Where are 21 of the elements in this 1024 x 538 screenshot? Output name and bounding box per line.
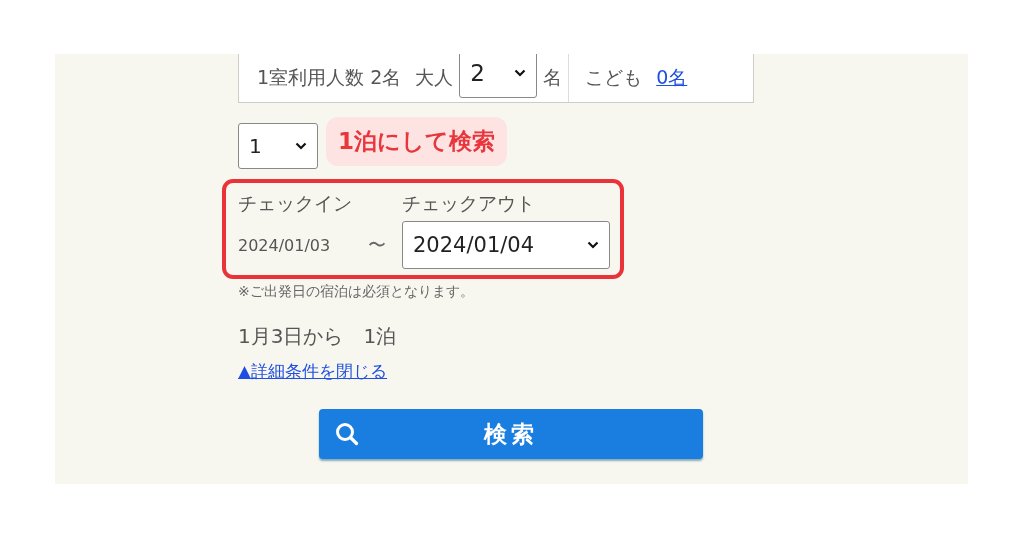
adult-select[interactable]: 2 [459,54,538,98]
child-count-link[interactable]: 0名 [656,65,688,91]
checkin-date: 2024/01/03 [238,235,332,255]
checkout-label: チェックアウト [402,191,536,216]
chevron-icon [587,241,599,249]
checkin-label: チェックイン [238,191,352,216]
tilde-separator: 〜 [368,233,386,257]
nights-select[interactable]: 1 [238,123,318,169]
chevron-icon [295,142,307,150]
callout-label: 1泊にして検索 [326,117,507,166]
close-details-link[interactable]: ▲詳細条件を閉じる [238,360,388,383]
unit-label: 名 [543,65,563,90]
note-text: ※ご出発日の宿泊は必須となります。 [238,283,474,301]
stay-summary: 1月3日から 1泊 [238,323,397,350]
search-button[interactable]: 検索 [319,409,703,459]
checkout-select[interactable]: 2024/01/04 [402,221,610,269]
search-icon [335,422,359,446]
guest-count-label: 1室利用人数 2名 [257,65,402,90]
adult-label: 大人 [415,65,454,90]
chevron-icon [514,69,527,77]
child-label: こども [585,65,643,90]
